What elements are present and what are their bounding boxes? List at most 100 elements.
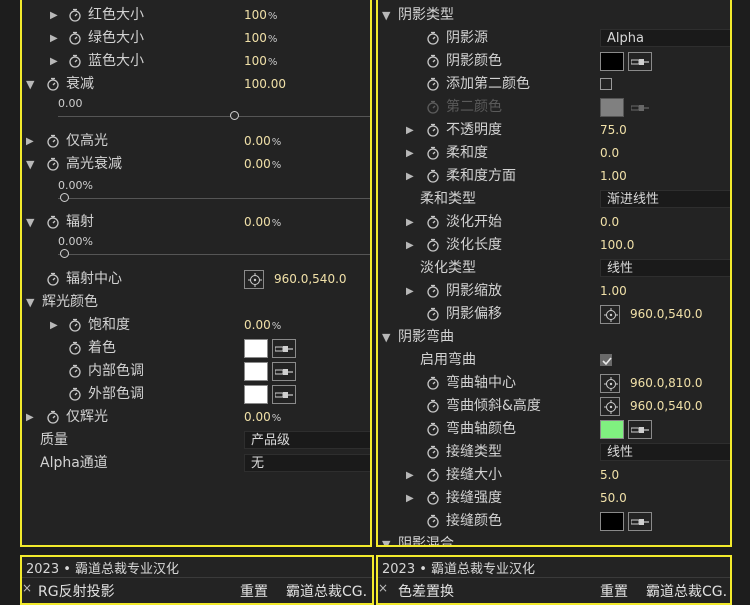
property-row-softness-aspect[interactable]: ▶ 柔和度方面 1.00 — [378, 165, 730, 188]
add-second-color-checkbox[interactable] — [600, 78, 612, 90]
group-shadow-blend[interactable]: ▼ 阴影混合 — [378, 533, 730, 545]
expand-triangle-icon[interactable]: ▶ — [406, 464, 414, 487]
property-value[interactable]: 960.0,540.0 — [630, 303, 703, 326]
crosshair-point-icon[interactable] — [244, 270, 264, 289]
property-value[interactable]: 100.00 — [244, 73, 286, 96]
property-value[interactable]: 960.0,810.0 — [630, 372, 703, 395]
collapse-triangle-icon[interactable]: ▼ — [26, 291, 34, 314]
group-shadow-bend[interactable]: ▼ 阴影弯曲 — [378, 326, 730, 349]
slider-thumb[interactable] — [230, 111, 239, 120]
stopwatch-icon[interactable] — [68, 318, 82, 332]
expand-triangle-icon[interactable]: ▶ — [50, 4, 58, 27]
slider-thumb[interactable] — [60, 249, 69, 258]
property-row-fade-start[interactable]: ▶ 淡化开始 0.0 — [378, 211, 730, 234]
property-row-shadow-scale[interactable]: ▶ 阴影缩放 1.00 — [378, 280, 730, 303]
stopwatch-icon[interactable] — [46, 157, 60, 171]
effect-name[interactable]: 色差置换 — [398, 581, 454, 601]
softness-type-dropdown[interactable]: 渐进线性 — [600, 190, 730, 208]
expand-triangle-icon[interactable]: ▶ — [406, 280, 414, 303]
collapse-triangle-icon[interactable]: ▼ — [26, 153, 34, 176]
stopwatch-icon[interactable] — [426, 307, 440, 321]
property-value[interactable]: 0.00% — [244, 211, 281, 235]
crosshair-point-icon[interactable] — [600, 374, 620, 393]
property-value[interactable]: 100% — [244, 27, 277, 51]
stopwatch-icon[interactable] — [426, 284, 440, 298]
property-value[interactable]: 50.0 — [600, 487, 627, 510]
stopwatch-icon[interactable] — [426, 169, 440, 183]
reset-button[interactable]: 重置 — [600, 581, 628, 601]
close-icon[interactable]: × — [22, 581, 32, 595]
property-row-midtones[interactable]: 内部色调 — [22, 360, 370, 383]
eyedropper-icon[interactable] — [628, 52, 652, 71]
stopwatch-icon[interactable] — [68, 341, 82, 355]
property-value[interactable]: 0.0 — [600, 142, 619, 165]
stopwatch-icon[interactable] — [46, 215, 60, 229]
collapse-triangle-icon[interactable]: ▼ — [26, 73, 34, 96]
stopwatch-icon[interactable] — [68, 387, 82, 401]
enable-bend-checkbox[interactable] — [600, 354, 612, 366]
quality-dropdown[interactable]: 产品级 — [244, 431, 370, 449]
expand-triangle-icon[interactable]: ▶ — [406, 487, 414, 510]
property-value[interactable]: 100% — [244, 4, 277, 28]
property-row-outer-tones[interactable]: 外部色调 — [22, 383, 370, 406]
eyedropper-icon[interactable] — [628, 512, 652, 531]
property-value[interactable]: 100% — [244, 50, 277, 74]
reset-button[interactable]: 重置 — [240, 581, 268, 601]
expand-triangle-icon[interactable]: ▶ — [50, 314, 58, 337]
stopwatch-icon[interactable] — [426, 376, 440, 390]
property-value[interactable]: 0.0 — [600, 211, 619, 234]
property-value[interactable]: 5.0 — [600, 464, 619, 487]
property-row-opacity[interactable]: ▶ 不透明度 75.0 — [378, 119, 730, 142]
property-row-enable-bend[interactable]: 启用弯曲 — [378, 349, 730, 372]
property-row-seam-type[interactable]: 接缝类型 线性 — [378, 441, 730, 464]
stopwatch-icon[interactable] — [68, 54, 82, 68]
stopwatch-icon[interactable] — [426, 123, 440, 137]
property-row-quality[interactable]: 质量 产品级 — [22, 429, 370, 452]
property-row-softness[interactable]: ▶ 柔和度 0.0 — [378, 142, 730, 165]
crosshair-point-icon[interactable] — [600, 305, 620, 324]
property-value[interactable]: 75.0 — [600, 119, 627, 142]
collapse-triangle-icon[interactable]: ▼ — [382, 4, 390, 27]
color-swatch[interactable] — [600, 420, 624, 439]
property-row-softness-type[interactable]: 柔和类型 渐进线性 — [378, 188, 730, 211]
stopwatch-icon[interactable] — [426, 146, 440, 160]
expand-triangle-icon[interactable]: ▶ — [26, 406, 34, 429]
stopwatch-icon[interactable] — [68, 364, 82, 378]
property-row-seam-color[interactable]: 接缝颜色 — [378, 510, 730, 533]
stopwatch-icon[interactable] — [426, 445, 440, 459]
property-row-green-size[interactable]: ▶ 绿色大小 100% — [22, 27, 370, 50]
stopwatch-icon[interactable] — [426, 31, 440, 45]
property-value[interactable]: 0.00% — [244, 153, 281, 177]
expand-triangle-icon[interactable]: ▶ — [406, 234, 414, 257]
stopwatch-icon[interactable] — [46, 272, 60, 286]
close-icon[interactable]: × — [378, 581, 388, 595]
property-value[interactable]: 1.00 — [600, 280, 627, 303]
expand-triangle-icon[interactable]: ▶ — [406, 165, 414, 188]
property-row-radiate[interactable]: ▼ 辐射 0.00% — [22, 211, 370, 234]
expand-triangle-icon[interactable]: ▶ — [406, 119, 414, 142]
color-swatch[interactable] — [600, 52, 624, 71]
expand-triangle-icon[interactable]: ▶ — [406, 142, 414, 165]
stopwatch-icon[interactable] — [426, 491, 440, 505]
group-glow-colors[interactable]: ▼ 辉光颜色 — [22, 291, 370, 314]
stopwatch-icon[interactable] — [426, 54, 440, 68]
property-row-fade-length[interactable]: ▶ 淡化长度 100.0 — [378, 234, 730, 257]
crosshair-point-icon[interactable] — [600, 397, 620, 416]
stopwatch-icon[interactable] — [46, 77, 60, 91]
eyedropper-icon[interactable] — [628, 420, 652, 439]
property-row-bend-axis-color[interactable]: 弯曲轴颜色 — [378, 418, 730, 441]
property-row-colorize[interactable]: 着色 — [22, 337, 370, 360]
eyedropper-icon[interactable] — [272, 362, 296, 381]
property-value[interactable]: 960.0,540.0 — [630, 395, 703, 418]
property-row-shadow-source[interactable]: 阴影源 Alpha — [378, 27, 730, 50]
property-row-fade-type[interactable]: 淡化类型 线性 — [378, 257, 730, 280]
stopwatch-icon[interactable] — [426, 422, 440, 436]
slider-track[interactable] — [58, 254, 370, 255]
property-row-seam-strength[interactable]: ▶ 接缝强度 50.0 — [378, 487, 730, 510]
property-value[interactable]: 0.00% — [244, 130, 281, 154]
color-swatch[interactable] — [244, 385, 268, 404]
group-shadow-type[interactable]: ▼ 阴影类型 — [378, 4, 730, 27]
property-row-radiate-center[interactable]: 辐射中心 960.0,540.0 — [22, 268, 370, 291]
stopwatch-icon[interactable] — [426, 77, 440, 91]
eyedropper-icon[interactable] — [272, 339, 296, 358]
